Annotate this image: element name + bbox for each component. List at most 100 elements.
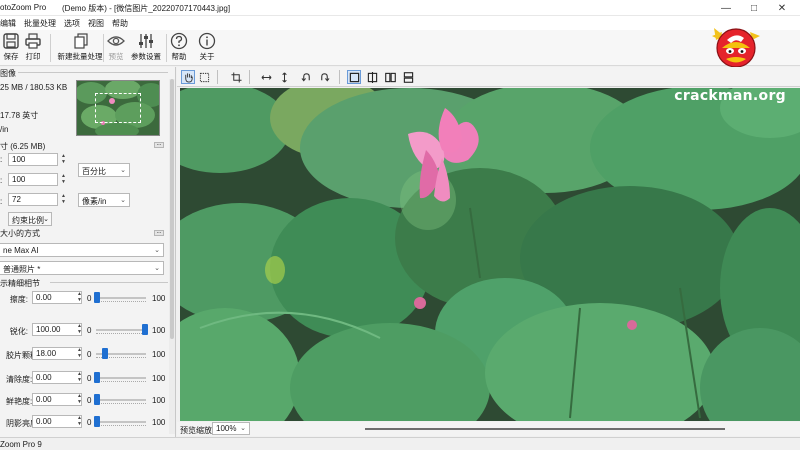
zoom-select[interactable]: 100% ⌄: [212, 422, 250, 435]
slider-thumb[interactable]: [142, 324, 148, 335]
maximize-button[interactable]: □: [740, 0, 768, 16]
resolution-unit-select[interactable]: 像素/in ⌄: [78, 193, 130, 207]
slider-label: 清除度:: [6, 375, 33, 384]
slider-value-input[interactable]: 0.00: [32, 393, 82, 406]
split-vertical-icon: [367, 71, 377, 83]
marquee-tool-button[interactable]: [197, 70, 211, 84]
slider-spinner[interactable]: ▲ ▼: [77, 393, 83, 405]
slider-min: 0: [87, 374, 92, 383]
fine-tune-section-title: 示精细相节: [0, 279, 40, 288]
split-horizontal-button[interactable]: [401, 70, 415, 84]
thumbnail-selection[interactable]: [95, 93, 141, 123]
source-thumbnail[interactable]: [76, 80, 160, 136]
slider-min: 0: [87, 326, 92, 335]
slider-max: 100: [152, 350, 166, 359]
width-label: :: [0, 155, 3, 164]
width-spinner[interactable]: ▲ ▼: [61, 153, 67, 165]
about-button[interactable]: 关于: [190, 32, 224, 64]
rotate-right-button[interactable]: [317, 70, 331, 84]
slider-ticks: [96, 331, 146, 334]
sliders-icon: [139, 34, 153, 48]
minimize-button[interactable]: —: [712, 0, 740, 16]
more-method-button[interactable]: ...: [154, 229, 164, 236]
menu-edit[interactable]: 编辑: [0, 18, 24, 29]
resolution-label: :: [0, 197, 3, 206]
slider-max: 100: [152, 418, 166, 427]
marquee-icon: [199, 72, 209, 82]
method-select[interactable]: ne Max AI ⌄: [0, 243, 164, 257]
slider-spinner[interactable]: ▲ ▼: [77, 371, 83, 383]
height-input[interactable]: 100: [8, 173, 58, 186]
settings-panel: 图像 25 MB / 180.53 KB 17.78 英寸 /in ... 寸 …: [0, 67, 176, 437]
slider-value-input[interactable]: 100.00: [32, 323, 82, 336]
settings-button[interactable]: 参数设置: [128, 32, 164, 64]
slider-thumb[interactable]: [102, 348, 108, 359]
lotus-photo: [180, 88, 800, 421]
size-unit-select[interactable]: 百分比 ⌄: [78, 163, 130, 177]
slider-value-input[interactable]: 0.00: [32, 371, 82, 384]
about-label: 关于: [199, 52, 215, 61]
hand-tool-button[interactable]: [181, 70, 195, 84]
slider-thumb[interactable]: [94, 292, 100, 303]
menu-help[interactable]: 帮助: [112, 18, 136, 29]
single-view-icon: [349, 72, 359, 82]
slider-thumb[interactable]: [94, 372, 100, 383]
image-dimensions-text: 17.78 英寸: [0, 111, 39, 120]
file-size-text: 25 MB / 180.53 KB: [0, 83, 68, 92]
slider-min: 0: [87, 294, 92, 303]
scrollbar-thumb[interactable]: [170, 79, 174, 339]
print-button[interactable]: 打印: [16, 32, 50, 64]
menu-options[interactable]: 选项: [64, 18, 88, 29]
resize-section-title: 寸 (6.25 MB): [0, 142, 46, 151]
preview-horizontal-scrollbar[interactable]: [365, 428, 725, 430]
slider-spinner[interactable]: ▲ ▼: [77, 323, 83, 335]
new-batch-button[interactable]: 新建批量处理: [57, 32, 103, 64]
status-bar: Zoom Pro 9: [0, 437, 800, 450]
preset-select[interactable]: 普通照片 * ⌄: [0, 261, 164, 275]
zoom-label: 预览缩放:: [180, 426, 215, 435]
rotate-left-button[interactable]: [299, 70, 313, 84]
slider-label: 阴影亮度:: [6, 419, 41, 428]
split-vertical-button[interactable]: [365, 70, 379, 84]
slider-ticks: [96, 401, 146, 404]
slider-value-input[interactable]: 0.00: [32, 415, 82, 428]
slider-max: 100: [152, 396, 166, 405]
side-by-side-button[interactable]: [383, 70, 397, 84]
more-source-button[interactable]: ...: [154, 141, 164, 148]
resolution-spinner[interactable]: ▲ ▼: [61, 193, 67, 205]
method-section-title: 大小的方式: [0, 229, 40, 238]
viewbar-separator: [249, 70, 250, 84]
flip-vertical-icon: [281, 72, 287, 82]
slider-value-input[interactable]: 0.00: [32, 291, 82, 304]
viewbar-separator: [217, 70, 218, 84]
flip-vertical-button[interactable]: [277, 70, 291, 84]
crop-button[interactable]: [229, 70, 243, 84]
slider-min: 0: [87, 350, 92, 359]
slider-spinner[interactable]: ▲ ▼: [77, 415, 83, 427]
single-view-button[interactable]: [347, 70, 361, 84]
resolution-unit-text: /in: [0, 125, 9, 134]
close-button[interactable]: ✕: [768, 0, 796, 16]
height-label: :: [0, 176, 3, 185]
slider-spinner[interactable]: ▲ ▼: [77, 291, 83, 303]
slider-thumb[interactable]: [94, 394, 100, 405]
height-spinner[interactable]: ▲ ▼: [61, 173, 67, 185]
slider-thumb[interactable]: [94, 416, 100, 427]
slider-min: 0: [87, 418, 92, 427]
crop-icon: [230, 71, 242, 83]
panel-scrollbar[interactable]: [169, 79, 175, 434]
resolution-input[interactable]: 72: [8, 193, 58, 206]
print-label: 打印: [25, 52, 41, 61]
slider-label: 擦度:: [9, 295, 28, 304]
image-preview[interactable]: crackman.org: [180, 88, 800, 421]
slider-value-input[interactable]: 18.00: [32, 347, 82, 360]
width-input[interactable]: 100: [8, 153, 58, 166]
chevron-down-icon: ⌄: [120, 167, 126, 174]
menu-batch[interactable]: 批量处理: [24, 18, 64, 29]
flip-horizontal-button[interactable]: [259, 70, 273, 84]
menu-view[interactable]: 视图: [88, 18, 112, 29]
window-controls: — □ ✕: [712, 0, 796, 16]
slider-spinner[interactable]: ▲ ▼: [77, 347, 83, 359]
constrain-proportions-select[interactable]: 约束比例 ⌄: [8, 212, 52, 226]
slider-ticks: [96, 379, 146, 382]
